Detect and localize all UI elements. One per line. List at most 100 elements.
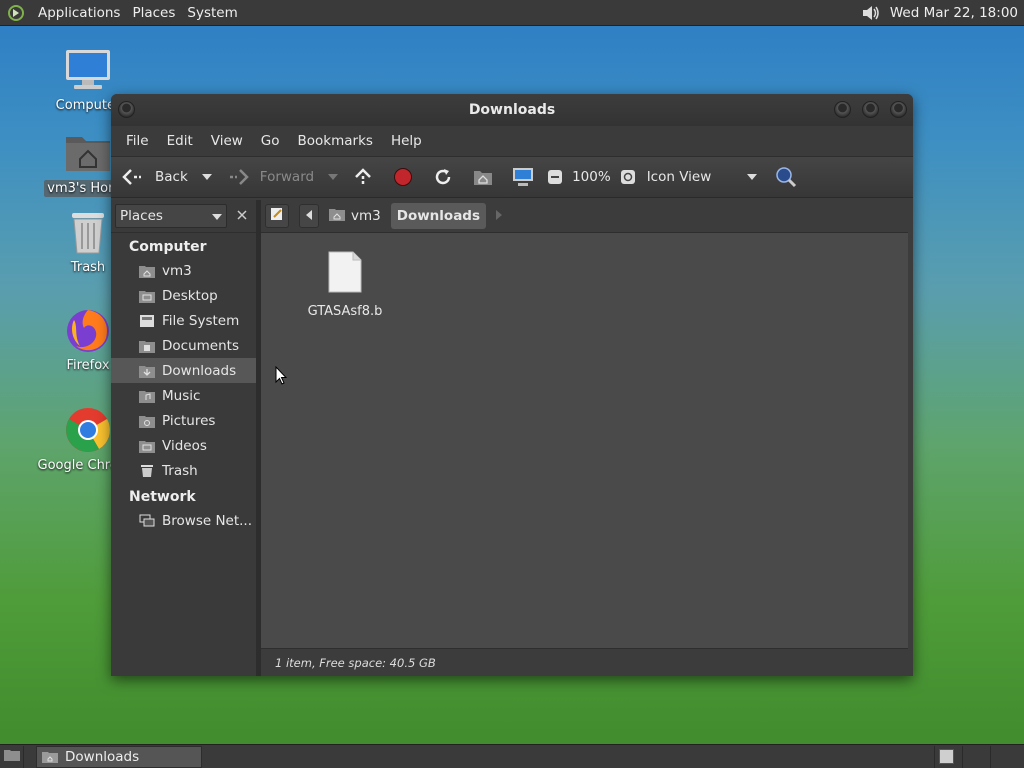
taskbar-item-downloads[interactable]: Downloads [36,745,202,768]
back-history-dropdown[interactable] [200,161,214,193]
clock[interactable]: Wed Mar 22, 18:00 [890,5,1018,21]
sidebar-header: Places [111,200,256,233]
chevron-down-icon [326,170,340,184]
back-button[interactable]: Back [119,161,188,193]
breadcrumb-vm3[interactable]: vm3 [323,203,387,229]
menu-go[interactable]: Go [252,133,289,149]
sidebar-item-desktop[interactable]: Desktop [111,283,256,308]
window-titlebar[interactable]: Downloads [111,94,913,126]
sidebar-item-trash[interactable]: Trash [111,458,256,483]
up-arrow-icon [350,164,376,190]
desktop-icon [3,748,21,766]
home-folder-icon [470,164,496,190]
forward-arrow-icon [226,164,252,190]
videos-folder-icon [138,438,156,454]
window-title: Downloads [468,102,556,118]
sidebar-item-videos[interactable]: Videos [111,433,256,458]
toolbar: Back Forward 100% Icon View [111,156,913,198]
show-desktop-button[interactable] [0,745,24,768]
sidebar-item-music[interactable]: Music [111,383,256,408]
window-menu-button[interactable] [118,101,135,118]
sidebar-section-network: Network [129,489,196,505]
forward-history-dropdown[interactable] [326,161,340,193]
downloads-folder-icon [138,363,156,379]
sidebar-item-pictures[interactable]: Pictures [111,408,256,433]
file-item[interactable]: GTASAsf8.b [297,250,393,319]
chevron-down-icon [745,170,759,184]
folder-icon [41,749,59,765]
sidebar-item-file-system[interactable]: File System [111,308,256,333]
trash-icon [138,463,156,479]
firefox-icon [64,306,112,354]
sidebar-item-downloads[interactable]: Downloads [111,358,256,383]
stop-button[interactable] [390,161,416,193]
close-sidebar-button[interactable] [231,205,252,227]
menu-edit[interactable]: Edit [158,133,202,149]
home-folder-icon [64,128,112,176]
close-button[interactable] [890,101,907,118]
path-scroll-left-button[interactable] [299,204,319,228]
home-button[interactable] [470,161,496,193]
status-bar: 1 item, Free space: 40.5 GB [261,648,908,676]
zoom-in-icon [615,164,641,190]
computer-button[interactable] [510,161,536,193]
reload-button[interactable] [430,161,456,193]
computer-icon [64,46,112,94]
sidebar: Places Computer vm3 Desktop File System [111,200,261,676]
file-icon [327,250,363,298]
workspace-2[interactable] [962,746,988,768]
home-folder-icon [329,207,345,225]
trash-icon [64,208,112,256]
distro-logo-icon[interactable] [6,3,26,23]
workspace-1[interactable] [934,746,960,768]
view-mode-select[interactable]: Icon View [647,161,759,193]
path-bar: vm3 Downloads [261,200,908,233]
chevron-down-icon [212,208,223,224]
bottom-panel: Downloads [0,744,1024,768]
toggle-location-button[interactable] [265,204,289,228]
sidebar-item-browse-network[interactable]: Browse Net... [111,508,256,533]
stop-icon [390,164,416,190]
back-label: Back [155,169,188,185]
zoom-out-icon [542,164,568,190]
computer-icon [510,164,536,190]
menubar: File Edit View Go Bookmarks Help [111,126,913,156]
view-mode-value: Icon View [646,169,712,185]
sidebar-item-vm3[interactable]: vm3 [111,258,256,283]
search-icon [773,164,799,190]
menu-help[interactable]: Help [382,133,431,149]
sidebar-mode-value: Places [120,208,163,224]
edit-location-icon [270,207,284,225]
menu-places[interactable]: Places [126,0,181,26]
zoom-out-button[interactable] [542,161,568,193]
chevron-left-icon [306,209,312,224]
file-manager-window: Downloads File Edit View Go Bookmarks He… [111,94,913,676]
menu-system[interactable]: System [181,0,243,26]
breadcrumb-downloads[interactable]: Downloads [390,203,487,229]
forward-button[interactable]: Forward [226,161,314,193]
window-body: Places Computer vm3 Desktop File System [111,200,913,676]
menu-view[interactable]: View [202,133,252,149]
chrome-icon [64,406,112,454]
up-button[interactable] [350,161,376,193]
volume-icon[interactable] [860,2,882,24]
menu-file[interactable]: File [117,133,158,149]
sidebar-item-documents[interactable]: Documents [111,333,256,358]
music-folder-icon [138,388,156,404]
filesystem-icon [138,313,156,329]
back-arrow-icon [119,164,145,190]
zoom-in-button[interactable] [615,161,641,193]
sidebar-section-computer: Computer [129,239,207,255]
maximize-button[interactable] [862,101,879,118]
menu-bookmarks[interactable]: Bookmarks [289,133,382,149]
chevron-down-icon [200,170,214,184]
home-folder-icon [138,263,156,279]
minimize-button[interactable] [834,101,851,118]
path-scroll-right-button[interactable] [496,209,503,224]
search-button[interactable] [773,161,799,193]
workspace-3[interactable] [990,746,1016,768]
menu-applications[interactable]: Applications [32,0,126,26]
documents-folder-icon [138,338,156,354]
close-icon [237,209,247,224]
sidebar-mode-select[interactable]: Places [115,204,228,228]
